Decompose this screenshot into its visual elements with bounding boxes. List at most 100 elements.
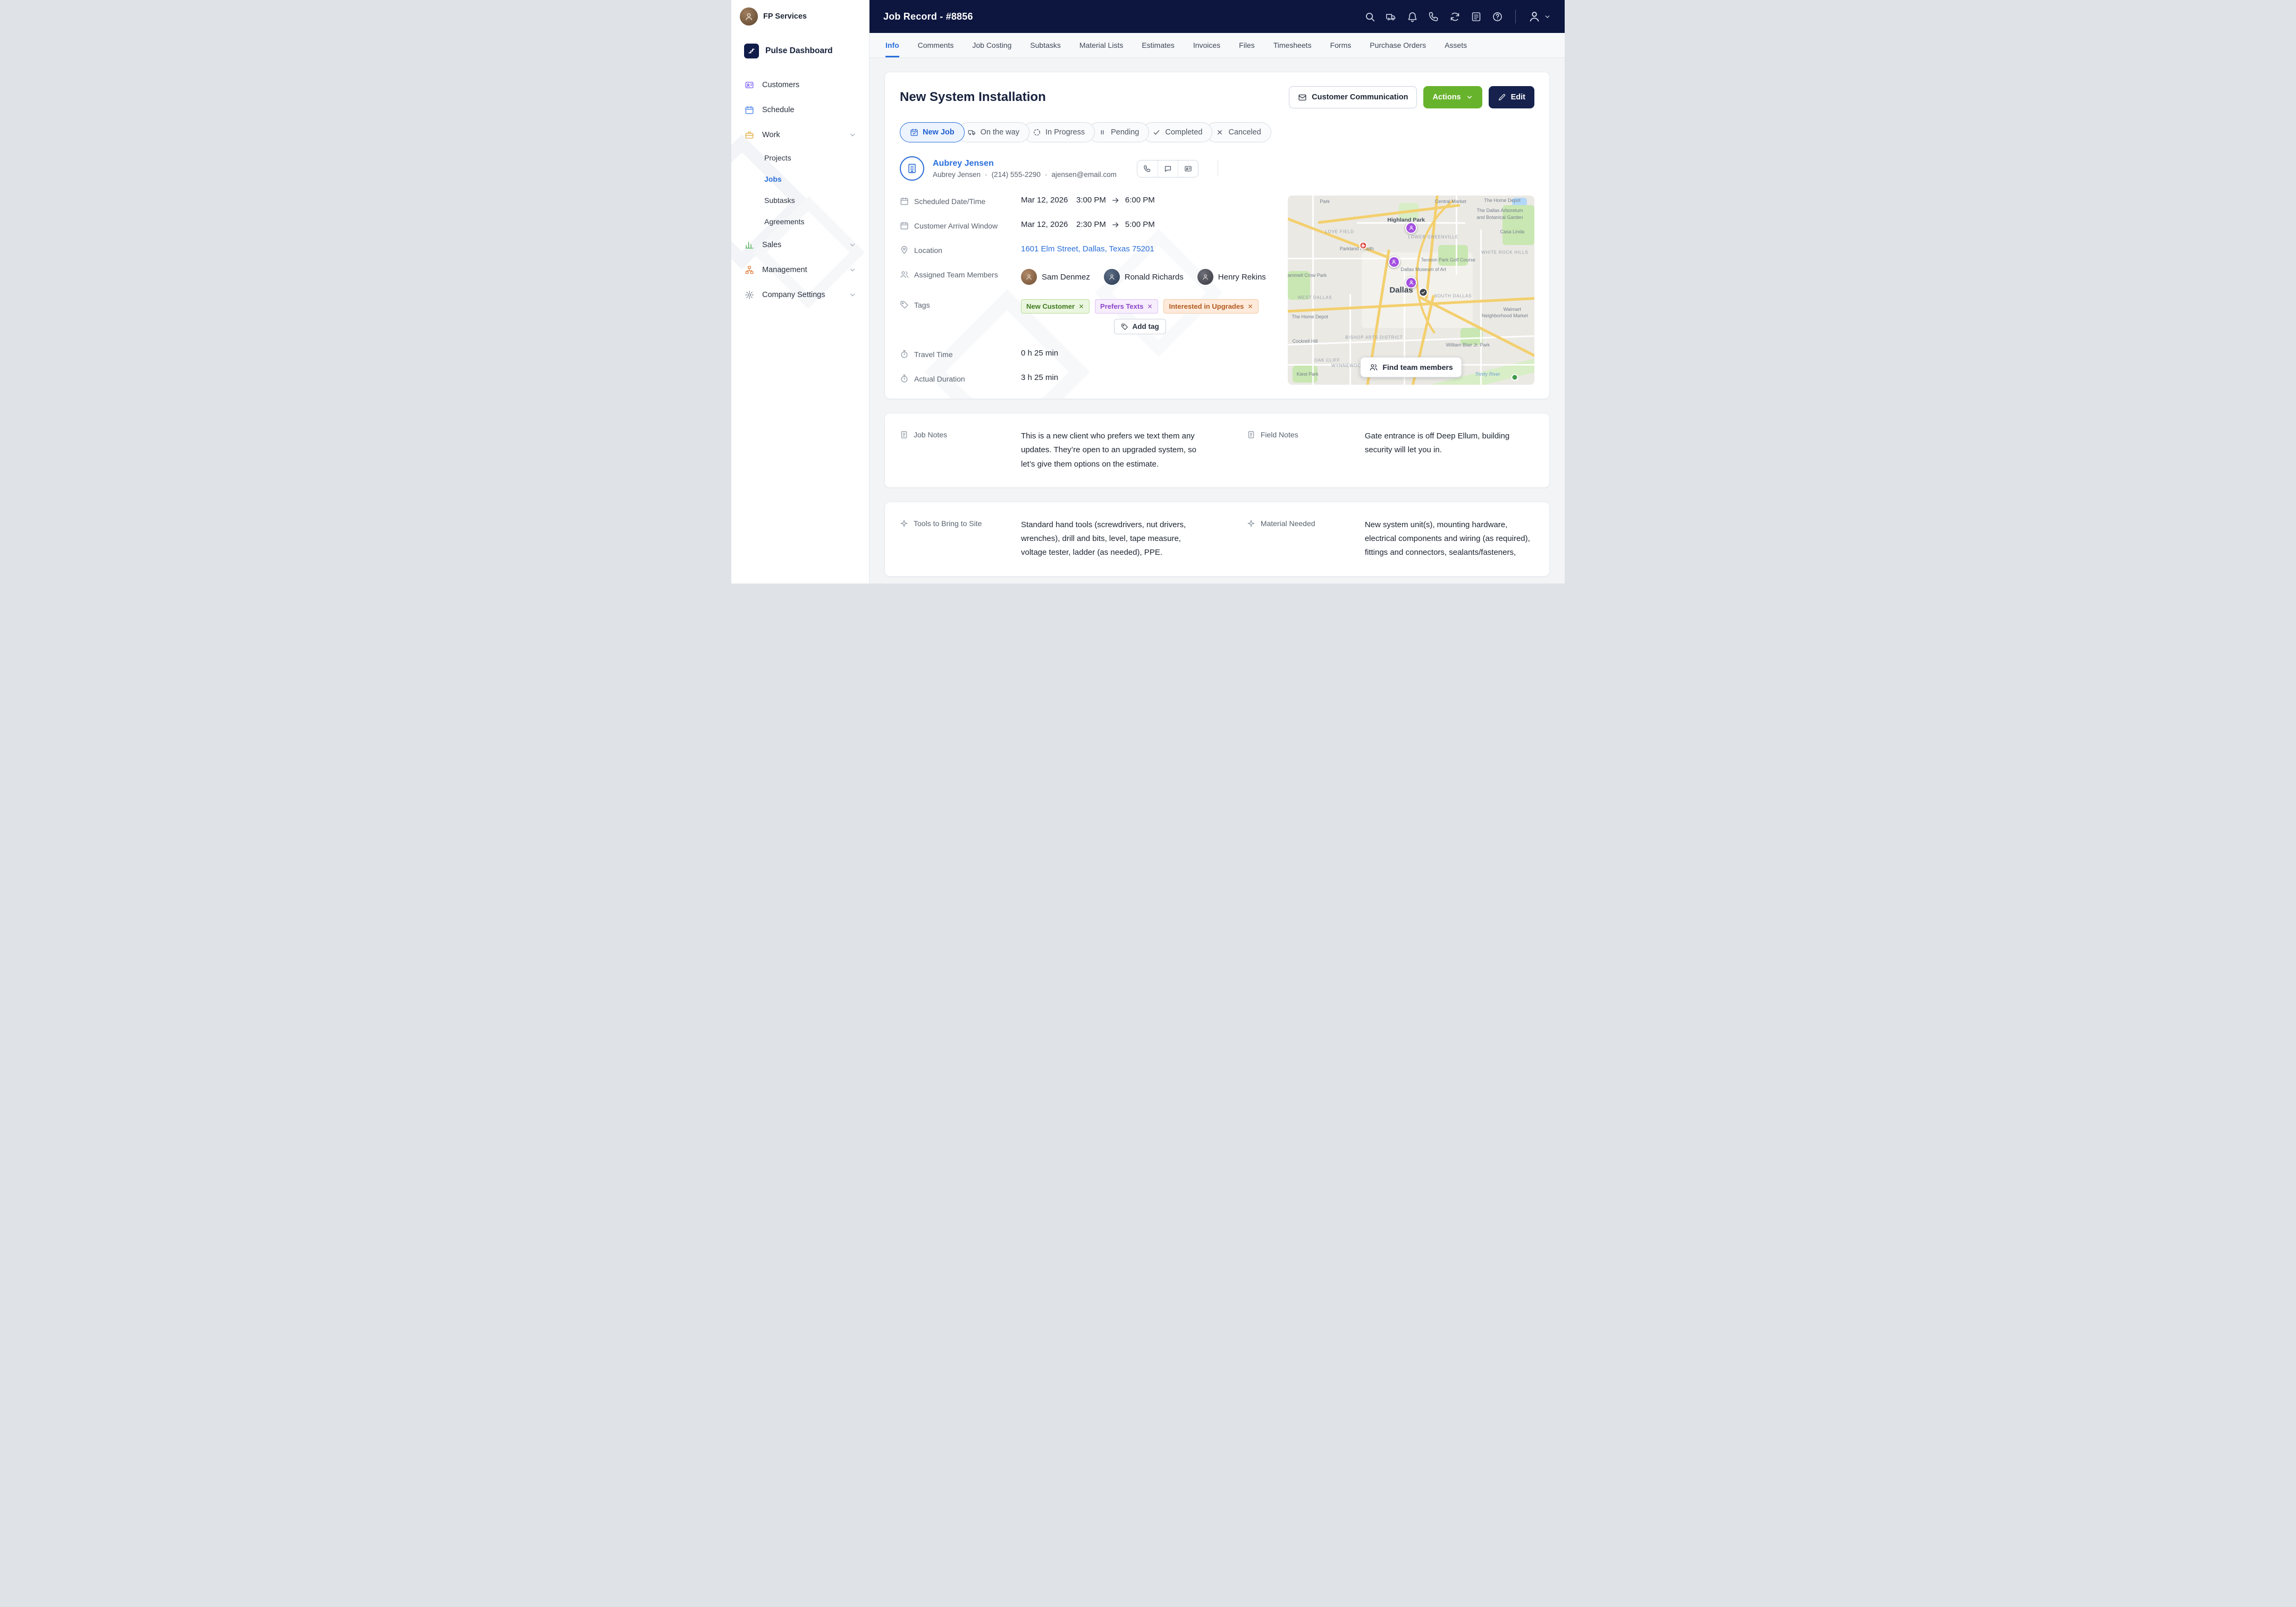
team-member-marker[interactable] [1405, 276, 1417, 289]
status-on-the-way[interactable]: On the way [957, 122, 1029, 142]
team-member-marker[interactable] [1388, 256, 1400, 268]
tab-forms[interactable]: Forms [1330, 33, 1352, 57]
date: Mar 12, 2026 [1021, 196, 1068, 205]
member-name: Henry Rekins [1218, 272, 1266, 282]
button-label: Add tag [1132, 323, 1159, 331]
tab-purchase-orders[interactable]: Purchase Orders [1370, 33, 1426, 57]
customer-email: ajensen@email.com [1051, 170, 1117, 179]
team-member-marker[interactable] [1405, 222, 1417, 234]
customer-contact-buttons [1136, 159, 1198, 177]
tab-assets[interactable]: Assets [1445, 33, 1467, 57]
fleet-truck-icon[interactable] [1386, 11, 1397, 22]
tasks-clipboard-icon[interactable] [1471, 11, 1482, 22]
chevron-down-icon [1545, 15, 1550, 18]
pencil-icon [1498, 94, 1505, 100]
field-label: Scheduled Date/Time [900, 196, 1021, 206]
team-member[interactable]: Henry Rekins [1197, 269, 1266, 285]
team-member[interactable]: Sam Denmez [1021, 269, 1090, 285]
location-link[interactable]: 1601 Elm Street, Dallas, Texas 75201 [1021, 244, 1154, 253]
button-label: Find team members [1382, 363, 1453, 371]
tab-material-lists[interactable]: Material Lists [1079, 33, 1123, 57]
tab-info[interactable]: Info [885, 33, 899, 57]
sync-icon[interactable] [1449, 11, 1461, 22]
scheduled-row: Scheduled Date/Time Mar 12, 2026 3:00 PM… [900, 196, 1274, 206]
truck-icon [968, 130, 975, 136]
label-text: Actual Duration [914, 374, 965, 383]
remove-tag-icon[interactable] [1247, 303, 1253, 309]
remove-tag-icon[interactable] [1147, 303, 1153, 309]
contact-name: Aubrey Jensen [933, 170, 981, 179]
people-pin-icon [1370, 364, 1378, 370]
notifications-bell-icon[interactable] [1407, 11, 1418, 22]
chevron-down-icon [849, 241, 856, 249]
phone-icon [1144, 165, 1151, 172]
status-in-progress[interactable]: In Progress [1022, 122, 1095, 142]
call-customer-button[interactable] [1137, 160, 1158, 177]
tag-icon [1121, 323, 1128, 330]
map-label: Tenison Park Golf Course [1421, 257, 1475, 263]
status-label: Canceled [1228, 128, 1261, 137]
brand[interactable]: Pulse Dashboard [731, 33, 869, 58]
map-label: Walmart [1503, 306, 1521, 312]
customer-communication-button[interactable]: Customer Communication [1289, 86, 1417, 108]
tag: New Customer [1021, 299, 1090, 314]
search-icon[interactable] [1364, 11, 1375, 22]
sidebar-item-jobs[interactable]: Jobs [731, 168, 869, 190]
status-completed[interactable]: Completed [1142, 122, 1213, 142]
sidebar-item-subtasks[interactable]: Subtasks [731, 190, 869, 211]
actions-button[interactable]: Actions [1423, 86, 1482, 108]
spinner-icon [1033, 129, 1040, 136]
tab-subtasks[interactable]: Subtasks [1030, 33, 1061, 57]
tab-files[interactable]: Files [1239, 33, 1255, 57]
status-new-job[interactable]: New Job [900, 122, 965, 142]
customer-row: Aubrey Jensen Aubrey Jensen · (214) 555-… [900, 156, 1534, 181]
tab-invoices[interactable]: Invoices [1193, 33, 1220, 57]
status-canceled[interactable]: Canceled [1205, 122, 1271, 142]
map-label: Central Market [1434, 198, 1466, 204]
pulse-logo-icon [744, 44, 759, 58]
tab-estimates[interactable]: Estimates [1142, 33, 1174, 57]
sidebar-item-agreements[interactable]: Agreements [731, 211, 869, 232]
message-customer-button[interactable] [1157, 160, 1178, 177]
sidebar-item-schedule[interactable]: Schedule [731, 97, 869, 122]
sparkle-icon [900, 520, 908, 527]
map-label: Cockrell Hill [1292, 339, 1318, 344]
sidebar-item-sales[interactable]: Sales [731, 232, 869, 257]
sidebar-item-label: Management [762, 265, 807, 274]
sidebar-item-management[interactable]: Management [731, 257, 869, 282]
contact-card-button[interactable] [1177, 160, 1198, 177]
customer-contact-line: Aubrey Jensen · (214) 555-2290 · ajensen… [933, 171, 1117, 179]
tab-comments[interactable]: Comments [918, 33, 954, 57]
job-location-map[interactable]: Park Central Market The Home Depot Highl… [1288, 196, 1534, 385]
tab-timesheets[interactable]: Timesheets [1273, 33, 1312, 57]
topbar-actions [1364, 10, 1551, 23]
edit-button[interactable]: Edit [1488, 86, 1534, 108]
map-road [1312, 196, 1314, 385]
customer-name-link[interactable]: Aubrey Jensen [933, 159, 1117, 168]
map-label: OAK CLIFF [1314, 358, 1340, 363]
tab-job-costing[interactable]: Job Costing [972, 33, 1011, 57]
sidebar-item-label: Work [762, 130, 780, 139]
status-pending[interactable]: Pending [1088, 122, 1150, 142]
sidebar-item-work[interactable]: Work [731, 122, 869, 147]
sidebar-item-company-settings[interactable]: Company Settings [731, 282, 869, 307]
label-text: Tools to Bring to Site [914, 519, 982, 528]
team-member[interactable]: Ronald Richards [1103, 269, 1184, 285]
travel-time-value: 0 h 25 min [1021, 349, 1059, 358]
phone-icon[interactable] [1428, 11, 1439, 22]
field-label: Job Notes [900, 429, 1021, 439]
map-label: Casa Linda [1500, 229, 1525, 234]
help-icon[interactable] [1492, 11, 1503, 22]
find-team-members-button[interactable]: Find team members [1360, 357, 1462, 377]
sidebar-item-projects[interactable]: Projects [731, 147, 869, 168]
map-label: Highland Park [1387, 217, 1425, 224]
tags-row: Tags New Customer Prefers Texts Interest… [900, 299, 1274, 334]
field-value: Mar 12, 2026 2:30 PM 5:00 PM [1021, 220, 1155, 229]
sidebar-item-customers[interactable]: Customers [731, 72, 869, 97]
user-menu[interactable] [1528, 10, 1551, 23]
add-tag-button[interactable]: Add tag [1113, 319, 1166, 334]
remove-tag-icon[interactable] [1078, 303, 1084, 309]
sidebar-item-label: Subtasks [764, 196, 795, 205]
job-notes: Job Notes This is a new client who prefe… [900, 429, 1236, 471]
org-switcher[interactable]: FP Services [731, 0, 869, 33]
